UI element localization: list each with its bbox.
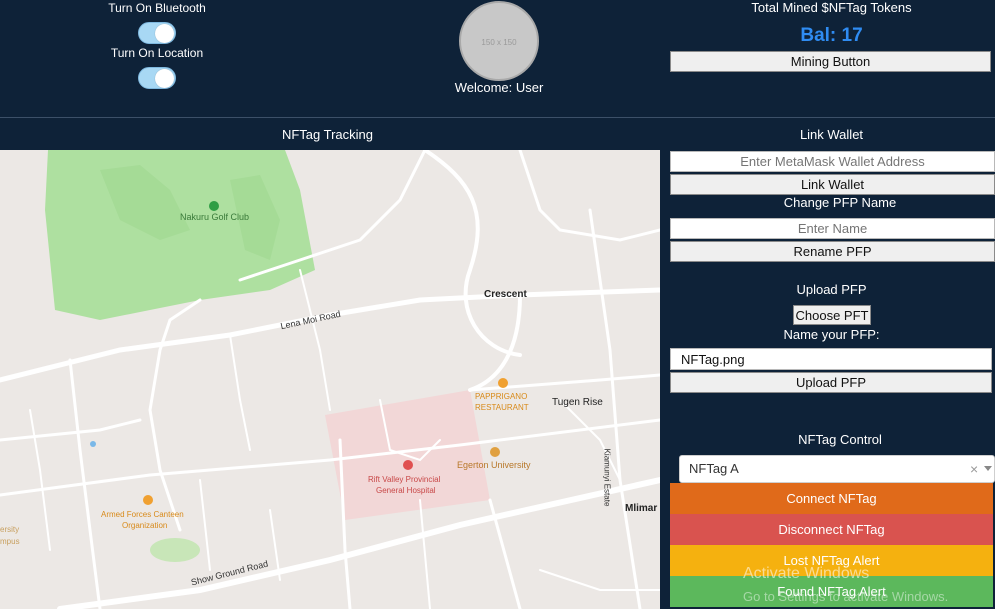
activate-windows-subtext: Go to Settings to activate Windows. [743, 589, 949, 604]
nftag-select[interactable]: NFTag A × [679, 455, 995, 483]
tokens-title: Total Mined $NFTag Tokens [751, 0, 912, 15]
welcome-text: Welcome: User [454, 80, 544, 95]
tracking-title: NFTag Tracking [281, 127, 374, 142]
balance-value: Bal: 17 [800, 25, 863, 46]
mining-button[interactable]: Mining Button [670, 51, 991, 72]
pfp-name-input[interactable] [670, 218, 995, 239]
chevron-down-icon[interactable] [984, 466, 992, 471]
bluetooth-toggle-knob [155, 24, 174, 43]
nftag-select-value: NFTag A [689, 461, 739, 476]
map-label-golf-club: Nakuru Golf Club [180, 212, 250, 222]
map-canvas [0, 150, 660, 609]
map-label-restaurant: RESTAURANT [475, 403, 529, 412]
disconnect-nftag-button[interactable]: Disconnect NFTag [670, 514, 993, 545]
map-label-general-hospital: General Hospital [376, 486, 436, 495]
nftag-control-title: NFTag Control [798, 432, 882, 447]
avatar[interactable]: 150 x 150 [459, 1, 539, 81]
map-label-mpus: mpus [0, 537, 20, 546]
change-pfp-name-title: Change PFP Name [783, 195, 897, 210]
map-label-tugen-rise: Tugen Rise [552, 397, 603, 408]
upload-pfp-button[interactable]: Upload PFP [670, 372, 992, 393]
connect-nftag-button[interactable]: Connect NFTag [670, 483, 993, 514]
bluetooth-label: Turn On Bluetooth [108, 1, 206, 15]
map-label-organization: Organization [122, 521, 168, 530]
map-label-rift-valley: Rift Valley Provincial [368, 475, 441, 484]
clear-selection-icon[interactable]: × [970, 456, 978, 482]
link-wallet-button[interactable]: Link Wallet [670, 174, 995, 195]
name-your-pfp-label: Name your PFP: [783, 327, 880, 342]
map-label-crescent: Crescent [484, 289, 527, 300]
upload-pfp-title: Upload PFP [796, 282, 867, 297]
location-toggle[interactable] [138, 67, 176, 89]
map-label-ersity: ersity [0, 525, 20, 534]
map-label-kiamunyi: Kiamunyi Estate [602, 448, 612, 507]
map-view[interactable]: Nakuru Golf Club Lena Moi Road Crescent … [0, 150, 660, 609]
bluetooth-toggle[interactable] [138, 22, 176, 44]
location-toggle-knob [155, 69, 174, 88]
choose-file-button[interactable]: Choose PFT [793, 305, 871, 325]
link-wallet-title: Link Wallet [799, 127, 864, 142]
map-label-egerton: Egerton University [457, 460, 531, 470]
map-label-pappriganos: PAPPRIGANO [475, 392, 528, 401]
map-label-armed-forces: Armed Forces Canteen [101, 510, 184, 519]
map-label-mlimani: Mlimar [625, 503, 658, 514]
avatar-placeholder-text: 150 x 150 [481, 38, 517, 47]
activate-windows-watermark: Activate Windows [743, 565, 870, 582]
rename-pfp-button[interactable]: Rename PFP [670, 241, 995, 262]
location-label: Turn On Location [110, 46, 204, 60]
pfp-filename-input[interactable] [670, 348, 992, 370]
wallet-address-input[interactable] [670, 151, 995, 172]
header-divider [0, 117, 995, 118]
